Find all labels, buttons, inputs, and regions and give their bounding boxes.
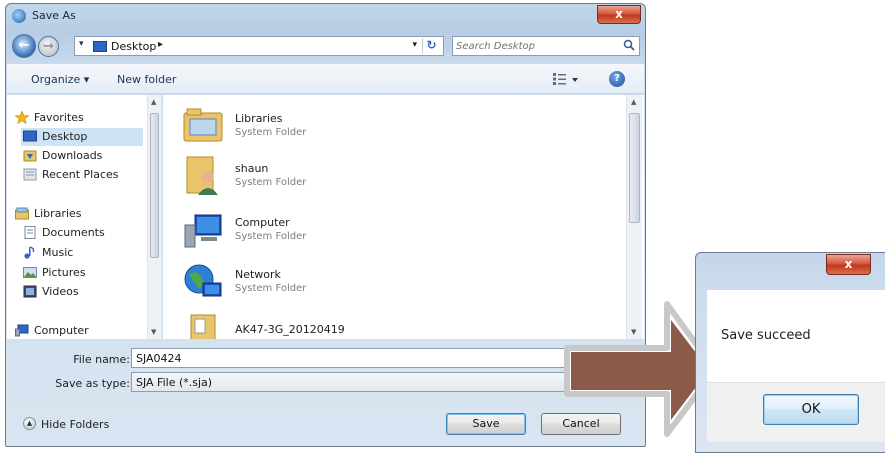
- search-box[interactable]: [452, 36, 640, 56]
- search-icon[interactable]: [623, 39, 635, 51]
- nav-item-videos[interactable]: Videos: [23, 283, 145, 301]
- nav-item-label: Downloads: [42, 149, 103, 162]
- file-name: shaun: [235, 162, 269, 175]
- libraries-icon: [15, 207, 29, 220]
- back-button[interactable]: ←: [12, 34, 36, 58]
- hide-folders-label: Hide Folders: [41, 418, 110, 431]
- folder-icon: [190, 314, 216, 339]
- nav-item-pictures[interactable]: Pictures: [23, 264, 145, 282]
- file-item-shaun[interactable]: shaun System Folder: [181, 153, 381, 197]
- nav-item-label: Music: [42, 246, 74, 259]
- recent-places-icon: [23, 168, 37, 181]
- message-box: x Save succeed OK: [695, 252, 885, 453]
- videos-icon: [23, 285, 37, 298]
- desktop-icon: [93, 41, 107, 52]
- forward-button[interactable]: →: [38, 36, 59, 57]
- command-bar: Organize ▾ New folder ?: [7, 64, 644, 94]
- nav-scrollbar[interactable]: ▲ ▼: [147, 95, 161, 339]
- change-view-icon[interactable]: [552, 72, 580, 86]
- save-as-type-label: Save as type:: [55, 377, 130, 390]
- pictures-icon: [23, 267, 37, 278]
- nav-item-label: Recent Places: [42, 168, 119, 181]
- nav-item-label: Favorites: [34, 111, 84, 124]
- help-button[interactable]: ?: [609, 71, 625, 87]
- nav-item-label: Libraries: [34, 207, 82, 220]
- nav-item-computer[interactable]: Computer: [15, 322, 145, 339]
- libraries-folder-icon: [183, 108, 223, 142]
- file-type: System Folder: [235, 231, 307, 242]
- navigation-pane: Favorites Desktop Downloads Recent Place…: [7, 95, 162, 339]
- nav-item-libraries[interactable]: Libraries: [15, 205, 145, 223]
- new-folder-button[interactable]: New folder: [117, 73, 176, 86]
- computer-icon: [15, 324, 29, 337]
- address-bar-row: ← → ▾ Desktop ▸ ▾ ↻: [6, 28, 645, 58]
- scroll-thumb[interactable]: [629, 113, 640, 223]
- file-name-label: File name:: [73, 353, 130, 366]
- save-as-dialog: Save As x ← → ▾ Desktop ▸ ▾ ↻ Organize ▾…: [5, 3, 646, 447]
- desktop-icon: [23, 130, 37, 142]
- file-item-network[interactable]: Network System Folder: [181, 259, 381, 303]
- dialog-title: Save As: [32, 9, 76, 22]
- music-icon: [24, 246, 35, 259]
- ok-button[interactable]: OK: [763, 394, 859, 425]
- file-name: Libraries: [235, 112, 283, 125]
- file-item-computer[interactable]: Computer System Folder: [181, 207, 381, 251]
- scroll-down-icon[interactable]: ▼: [151, 328, 156, 336]
- refresh-icon[interactable]: ↻: [422, 38, 440, 54]
- message-body: Save succeed: [707, 290, 885, 382]
- close-button[interactable]: x: [826, 254, 871, 275]
- nav-item-label: Videos: [42, 285, 79, 298]
- app-icon: [12, 9, 26, 23]
- chevron-up-icon: ▲: [23, 417, 36, 430]
- nav-item-label: Documents: [42, 226, 105, 239]
- file-name: Computer: [235, 216, 290, 229]
- file-item-libraries[interactable]: Libraries System Folder: [181, 103, 381, 147]
- nav-item-downloads[interactable]: Downloads: [23, 147, 145, 165]
- file-type: System Folder: [235, 177, 307, 188]
- file-name: Network: [235, 268, 281, 281]
- file-item-ak47[interactable]: AK47-3G_20120419: [181, 311, 381, 339]
- nav-item-favorites[interactable]: Favorites: [15, 109, 145, 127]
- message-text: Save succeed: [721, 328, 811, 343]
- downloads-icon: [23, 150, 37, 162]
- address-bar[interactable]: ▾ Desktop ▸ ▾ ↻: [74, 36, 444, 56]
- network-icon: [184, 264, 222, 297]
- nav-item-label: Desktop: [42, 130, 88, 143]
- save-button[interactable]: Save: [446, 413, 526, 435]
- close-button[interactable]: x: [597, 5, 641, 24]
- nav-item-music[interactable]: Music: [23, 244, 145, 262]
- user-folder-icon: [186, 156, 218, 195]
- breadcrumb-separator-icon[interactable]: ▸: [158, 39, 163, 50]
- address-dropdown-icon[interactable]: ▾: [412, 40, 417, 50]
- nav-item-documents[interactable]: Documents: [23, 224, 145, 242]
- search-input[interactable]: [456, 39, 606, 53]
- file-type: System Folder: [235, 283, 307, 294]
- scroll-up-icon[interactable]: ▲: [631, 98, 636, 106]
- nav-item-label: Computer: [34, 324, 89, 337]
- documents-icon: [24, 226, 36, 239]
- scroll-thumb[interactable]: [150, 113, 159, 258]
- file-type: System Folder: [235, 127, 307, 138]
- nav-item-recent-places[interactable]: Recent Places: [23, 166, 145, 184]
- organize-button[interactable]: Organize ▾: [31, 73, 89, 86]
- arrow-left-icon: ←: [18, 38, 30, 53]
- arrow-right-icon: →: [43, 39, 54, 54]
- file-name: AK47-3G_20120419: [235, 323, 345, 336]
- breadcrumb-desktop[interactable]: Desktop: [111, 40, 156, 53]
- recent-locations-dropdown-icon[interactable]: ▾: [79, 39, 84, 49]
- title-bar: Save As x: [6, 4, 645, 28]
- scroll-up-icon[interactable]: ▲: [151, 98, 156, 106]
- nav-item-label: Pictures: [42, 266, 86, 279]
- computer-icon: [184, 214, 222, 248]
- nav-item-desktop[interactable]: Desktop: [21, 128, 143, 146]
- star-icon: [15, 111, 29, 124]
